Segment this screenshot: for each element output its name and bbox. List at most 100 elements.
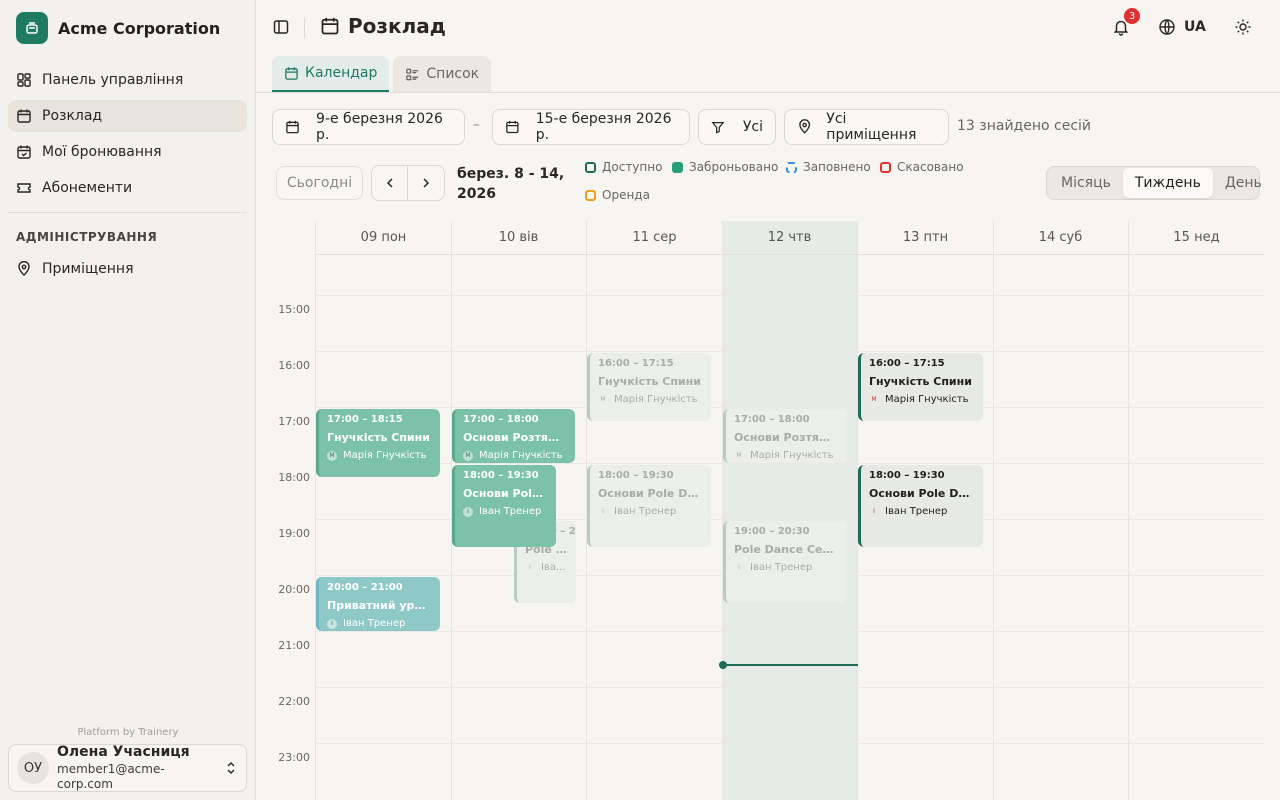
view-week-button[interactable]: Тиждень <box>1122 168 1213 198</box>
type-filter-value: Усі <box>742 119 763 135</box>
instructor-name: Іван Тренер <box>343 618 406 629</box>
session-title: Основи Розтяжки <box>734 431 839 444</box>
chevron-left-icon <box>386 178 393 188</box>
session-card[interactable]: 17:00 – 18:00 Основи Розтяжки M Марія Гну… <box>452 409 575 463</box>
session-card[interactable]: 18:00 – 19:30 Основи Pole ... І Іван Трен… <box>452 465 556 547</box>
chevron-right-icon <box>423 178 430 188</box>
calendar-view-switcher: Місяць Тиждень День <box>1046 166 1262 200</box>
hour-label: 17:00 <box>278 415 310 428</box>
hour-line <box>315 463 1264 464</box>
tab-label: Список <box>426 66 480 82</box>
instructor-avatar: M <box>463 451 473 461</box>
tabs-divider <box>256 92 1280 93</box>
grid-line <box>315 221 316 800</box>
view-month-button[interactable]: Місяць <box>1049 168 1123 198</box>
week-calendar: 09 пон 10 вів 11 сер 12 чтв 13 птн 14 су… <box>272 221 1264 800</box>
brand[interactable]: Acme Corporation <box>16 12 220 44</box>
grid-line <box>1128 221 1129 800</box>
theme-toggle-button[interactable] <box>1234 18 1252 40</box>
calendar-icon <box>17 109 31 123</box>
platform-credit: Platform by Trainery <box>77 727 179 738</box>
nav-item-label: Панель управління <box>42 72 184 88</box>
language-switcher[interactable]: UA <box>1158 18 1206 36</box>
session-time: 20:00 – 21:00 <box>327 582 403 593</box>
session-time: 16:00 – 17:15 <box>598 358 674 369</box>
user-email: member1@acme-corp.com <box>57 761 165 791</box>
session-card[interactable]: 16:00 – 17:15 Гнучкість Спини M Марія Гну… <box>858 353 983 421</box>
session-title: Основи Pole Dan... <box>598 487 703 500</box>
legend-swatch <box>880 161 891 173</box>
sidebar: Acme Corporation Панель управління Розкл… <box>0 0 256 800</box>
today-button[interactable]: Сьогодні <box>276 166 363 200</box>
session-title: Гнучкість Спини <box>598 375 701 388</box>
sidebar-toggle-button[interactable] <box>272 18 290 40</box>
session-instructor: M Марія Гнучкість <box>598 393 703 407</box>
session-title: Гнучкість Спини <box>327 431 430 444</box>
date-from-value: 9-е березня 2026 р. <box>316 111 443 143</box>
current-time-line <box>723 664 858 666</box>
day-header: 09 пон <box>316 221 451 255</box>
nav-item-rooms[interactable]: Приміщення <box>8 253 247 285</box>
instructor-name: Іван Тренер <box>479 506 542 517</box>
session-title: Основи Pole Dan... <box>869 487 975 500</box>
list-icon <box>406 68 419 80</box>
calendar-check-icon <box>17 145 31 159</box>
session-card[interactable]: 20:00 – 21:00 Приватний урок ... І Іван Т… <box>316 577 440 631</box>
page-title: Розклад <box>320 14 446 38</box>
day-header: 13 птн <box>858 221 993 255</box>
user-name: Олена Учасниця <box>57 744 190 761</box>
legend-label: Заброньовано <box>689 160 779 174</box>
session-instructor: І Іван Тренер <box>327 617 432 631</box>
language-label: UA <box>1184 19 1206 35</box>
instructor-name: Іва... <box>541 562 566 573</box>
legend-item-full: Заповнено <box>786 160 871 174</box>
nav-item-memberships[interactable]: Абонементи <box>8 172 247 204</box>
session-time: 17:00 – 18:15 <box>327 414 403 425</box>
day-header: 14 суб <box>993 221 1128 255</box>
instructor-name: Марія Гнучкість <box>479 450 563 461</box>
date-to-picker[interactable]: 15-е березня 2026 р. <box>492 109 690 145</box>
session-time: 18:00 – 19:30 <box>463 470 539 481</box>
globe-icon <box>1159 19 1175 35</box>
date-from-picker[interactable]: 9-е березня 2026 р. <box>272 109 465 145</box>
session-time: 17:00 – 18:00 <box>734 414 810 425</box>
previous-period-button[interactable] <box>372 166 409 200</box>
session-title: Pole Dance Сере... <box>734 543 839 556</box>
session-card[interactable]: 16:00 – 17:15 Гнучкість Спини M Марія Гну… <box>587 353 711 421</box>
nav-item-bookings[interactable]: Мої бронювання <box>8 136 247 168</box>
tab-list[interactable]: Список <box>393 56 492 92</box>
session-card[interactable]: 18:00 – 19:30 Основи Pole Dan... І Іван Т… <box>858 465 983 547</box>
instructor-name: Марія Гнучкість <box>614 394 698 405</box>
hour-line <box>315 743 1264 744</box>
session-card[interactable]: 19:00 – 20:30 Pole Dance Сере... І Іван Т… <box>723 521 847 603</box>
next-period-button[interactable] <box>408 166 444 200</box>
session-card[interactable]: 18:00 – 19:30 Основи Pole Dan... І Іван Т… <box>587 465 711 547</box>
nav-item-schedule[interactable]: Розклад <box>8 100 247 132</box>
grid-line <box>993 221 994 800</box>
session-time: 19:00 – 20:30 <box>734 526 810 537</box>
session-instructor: M Марія Гнучкість <box>869 393 975 407</box>
view-tabs: Календар Список <box>272 56 492 92</box>
instructor-avatar: M <box>736 452 742 459</box>
session-time: 18:00 – 19:30 <box>598 470 674 481</box>
tab-calendar[interactable]: Календар <box>272 56 390 92</box>
user-menu[interactable]: ОУ Олена Учасниця member1@acme-corp.com <box>8 744 247 792</box>
nav-item-dashboard[interactable]: Панель управління <box>8 64 247 96</box>
instructor-name: Іван Тренер <box>750 562 813 573</box>
map-pin-icon <box>18 261 30 276</box>
legend-item-rental: Оренда <box>585 188 650 202</box>
session-title: Гнучкість Спини <box>869 375 972 388</box>
session-title: Приватний урок ... <box>327 599 432 612</box>
session-card[interactable]: 17:00 – 18:00 Основи Розтяжки M Марія Гну… <box>723 409 847 463</box>
session-card[interactable]: 17:00 – 18:15 Гнучкість Спини M Марія Гну… <box>316 409 440 477</box>
avatar: ОУ <box>17 752 49 784</box>
day-header: 15 нед <box>1129 221 1264 255</box>
header-divider <box>304 18 305 38</box>
header: Розклад 3 UA <box>256 0 1280 56</box>
session-title: Основи Розтяжки <box>463 431 567 444</box>
period-navigation <box>371 165 445 201</box>
view-day-button[interactable]: День <box>1213 168 1274 198</box>
type-filter[interactable]: Усі <box>698 109 776 145</box>
room-filter[interactable]: Усі приміщення <box>784 109 949 145</box>
nav-divider <box>8 212 247 213</box>
